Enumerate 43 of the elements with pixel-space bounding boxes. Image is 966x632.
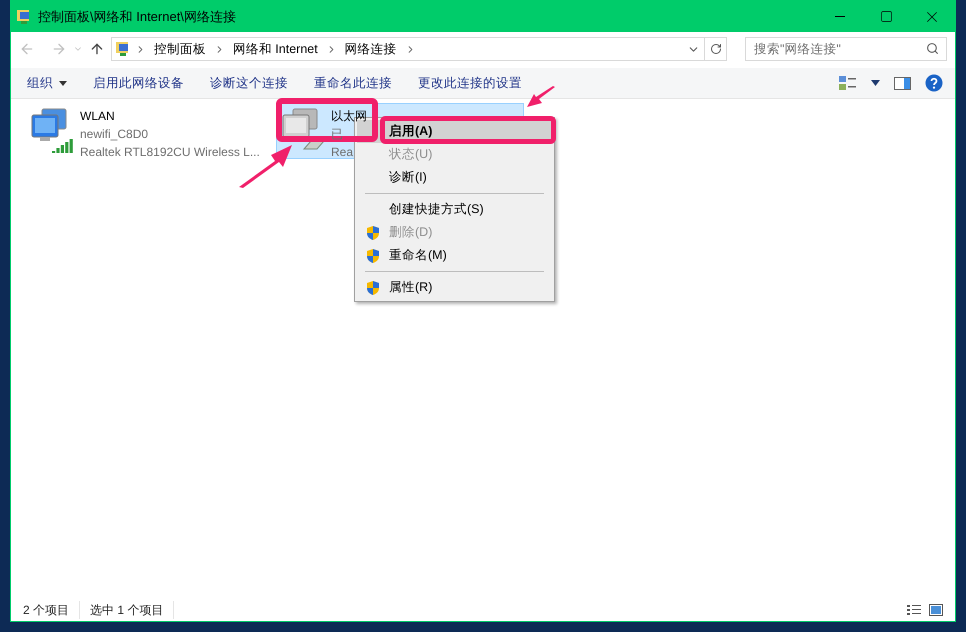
toolbar-button[interactable]: 重命名此连接	[306, 74, 400, 92]
search-icon	[926, 42, 939, 55]
view-options-icon[interactable]	[839, 75, 857, 91]
help-icon[interactable]	[925, 74, 943, 92]
menu-item[interactable]: 重命名(M)	[357, 244, 552, 267]
breadcrumb[interactable]: 控制面板	[150, 40, 210, 58]
toolbar-button[interactable]: 更改此连接的设置	[410, 74, 530, 92]
breadcrumb[interactable]: 网络连接	[340, 40, 401, 58]
refresh-button[interactable]	[705, 37, 727, 61]
toolbar-button[interactable]: 启用此网络设备	[85, 74, 192, 92]
preview-pane-icon[interactable]	[894, 76, 911, 90]
connection-device: Rea	[331, 144, 354, 161]
connection-name: WLAN	[80, 108, 116, 125]
toolbar-button[interactable]: 组织	[19, 74, 75, 92]
signal-icon	[52, 137, 74, 153]
details-view-icon[interactable]	[907, 604, 921, 616]
window-title: 控制面板\网络和 Internet\网络连接	[38, 8, 236, 26]
network-cable-icon	[303, 139, 325, 151]
maximize-icon	[880, 10, 892, 23]
menu-item[interactable]: 创建快捷方式(S)	[357, 198, 552, 221]
toolbar-button[interactable]: 诊断这个连接	[202, 74, 296, 92]
shield-icon	[366, 224, 380, 240]
shield-icon	[366, 248, 380, 264]
connection-item[interactable]: WLAN newifi_C8D0 Realtek RTL8192CU Wireless L...	[25, 103, 273, 159]
network-folder-icon	[16, 8, 32, 24]
menu-item[interactable]: 诊断(I)	[357, 166, 552, 189]
search-field[interactable]: 搜索"网络连接"	[745, 37, 947, 61]
menu-item[interactable]: 属性(R)	[357, 276, 552, 299]
connection-device: Realtek RTL8192CU Wireless L...	[80, 144, 260, 161]
address-bar[interactable]: 控制面板 网络和 Internet 网络连接	[110, 37, 706, 61]
thumbnail-view-icon[interactable]	[929, 604, 943, 616]
status-text: 2 个项目	[23, 601, 80, 619]
pointer-arrow	[526, 86, 556, 108]
up-icon[interactable]	[88, 41, 105, 57]
connection-status: newifi_C8D0	[80, 126, 150, 143]
refresh-icon	[710, 43, 722, 55]
breadcrumb[interactable]: 网络和 Internet	[228, 40, 322, 58]
shield-icon	[366, 280, 380, 296]
minimize-icon	[835, 16, 845, 17]
network-folder-icon	[114, 41, 131, 57]
caret-icon	[59, 80, 67, 86]
caret-icon[interactable]	[871, 80, 880, 86]
status-text: 选中 1 个项目	[90, 601, 174, 619]
